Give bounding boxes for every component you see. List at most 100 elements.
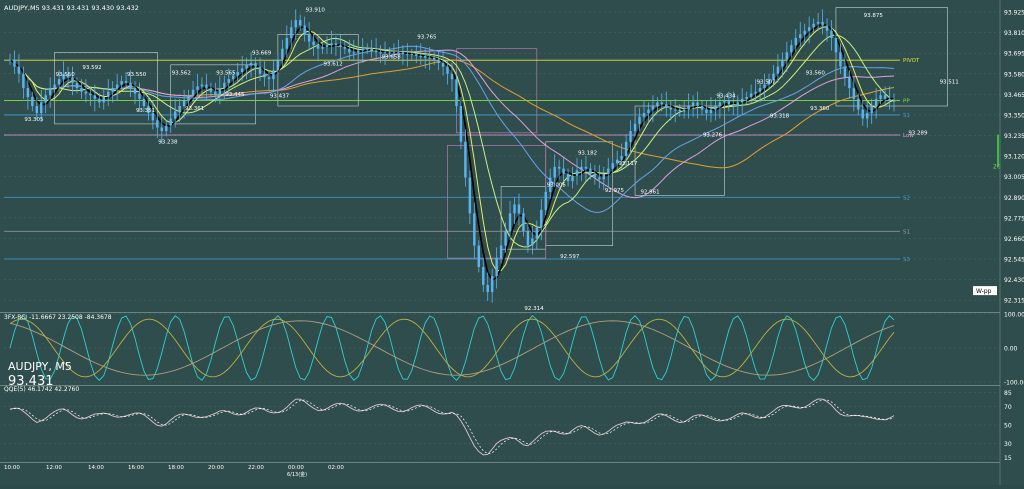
candle-body: [799, 34, 802, 38]
candle-body: [602, 174, 606, 180]
panel-divider: [0, 462, 1000, 463]
candle-body: [80, 88, 83, 92]
candle-body: [388, 52, 391, 54]
candle-body: [223, 82, 226, 89]
candle-body: [352, 52, 355, 54]
qqe-tick-label: 70: [1004, 404, 1012, 411]
candle-body: [495, 258, 498, 276]
chart-svg[interactable]: PIVOTPPS1LowS2S1S320W-pp 93.30593.55093.…: [0, 0, 1024, 485]
candle-body: [374, 50, 378, 53]
candle-body: [236, 72, 239, 76]
candle-body: [776, 66, 780, 74]
rci-tick-label: -100.00: [1004, 380, 1024, 387]
candle-body: [584, 166, 588, 169]
candle-body: [674, 109, 677, 111]
date-label: 6/13(金): [287, 471, 307, 478]
candle-body: [432, 57, 436, 60]
candle-body: [633, 123, 637, 132]
price-label: 92.975: [605, 188, 625, 194]
price-label: 93.360: [810, 106, 830, 112]
rci-label: 3FX-RCI -11.6667 23.2508 -84.3678: [4, 314, 112, 321]
candle-body: [75, 82, 79, 89]
candle-body: [441, 63, 445, 67]
candle-body: [156, 120, 159, 128]
price-label: 93.612: [323, 61, 342, 67]
candle-body: [227, 79, 230, 83]
candle-body: [834, 38, 838, 53]
candle-body: [455, 79, 458, 106]
corner-tag: W-pp: [976, 288, 992, 295]
candle-body: [651, 106, 655, 110]
price-label: 93.592: [82, 65, 101, 71]
y-tick-label: 92.660: [1004, 236, 1024, 243]
candle-body: [423, 55, 427, 58]
candle-body: [133, 88, 137, 94]
candle-body: [830, 30, 833, 38]
candle-body: [8, 59, 12, 61]
candle-body: [249, 63, 253, 65]
candle-body: [48, 88, 52, 96]
price-label: 93.875: [864, 13, 884, 19]
candle-body: [513, 204, 516, 214]
candle-body: [517, 204, 521, 214]
candle-body: [298, 20, 302, 26]
candle-body: [281, 48, 284, 60]
candle-body: [334, 43, 338, 46]
candle-body: [272, 70, 275, 80]
candle-body: [656, 102, 659, 106]
candle-body: [825, 25, 829, 31]
candle-body: [31, 97, 34, 106]
candle-body: [383, 52, 387, 54]
candle-body: [540, 209, 543, 228]
candle-body: [450, 73, 454, 80]
candle-body: [348, 48, 351, 53]
candle-body: [115, 84, 119, 89]
candle-body: [120, 80, 123, 85]
price-label: 93.434: [716, 94, 736, 100]
x-tick-label: 22:00: [248, 465, 264, 471]
candle-body: [361, 48, 364, 51]
x-tick-label: 12:00: [46, 465, 62, 471]
level-label: S2: [903, 195, 910, 201]
candle-body: [740, 98, 744, 103]
window-title: AUDJPY,M5 93.431 93.431 93.430 93.432: [4, 4, 139, 12]
candle-body: [732, 104, 735, 106]
candle-body: [263, 73, 266, 78]
candle-body: [26, 88, 30, 98]
candle-body: [700, 106, 704, 110]
y-tick-label: 93.005: [1004, 174, 1024, 181]
candle-body: [129, 82, 132, 89]
price-label: 93.437: [270, 94, 290, 100]
rci-tick-label: 0.00: [1004, 346, 1018, 353]
candle-body: [401, 52, 405, 55]
candle-body: [781, 59, 784, 67]
y-tick-label: 93.120: [1004, 154, 1024, 161]
price-label: 93.658: [381, 54, 401, 60]
candle-body: [57, 79, 61, 85]
candle-body: [647, 109, 650, 114]
y-tick-label: 93.695: [1004, 51, 1024, 58]
price-label: 93.565: [216, 70, 236, 76]
price-label: 92.961: [640, 190, 659, 196]
candle-body: [678, 109, 681, 112]
candle-body: [522, 213, 525, 232]
price-label: 93.550: [56, 72, 76, 78]
price-label: 93.445: [225, 92, 245, 98]
candle-body: [544, 191, 547, 210]
level-label: S3: [903, 257, 910, 263]
candle-body: [370, 48, 373, 51]
price-label: 93.910: [306, 8, 326, 14]
candle-body: [138, 93, 141, 99]
candle-body: [173, 111, 177, 119]
candle-body: [312, 41, 315, 46]
candle-body: [562, 168, 565, 174]
candle-body: [790, 45, 793, 53]
candle-body: [642, 113, 646, 117]
candle-body: [843, 66, 847, 78]
candle-body: [245, 64, 248, 69]
candle-body: [477, 245, 481, 268]
candle-body: [714, 106, 717, 110]
candle-body: [611, 163, 614, 169]
candle-body: [142, 98, 146, 106]
candle-body: [723, 100, 726, 103]
